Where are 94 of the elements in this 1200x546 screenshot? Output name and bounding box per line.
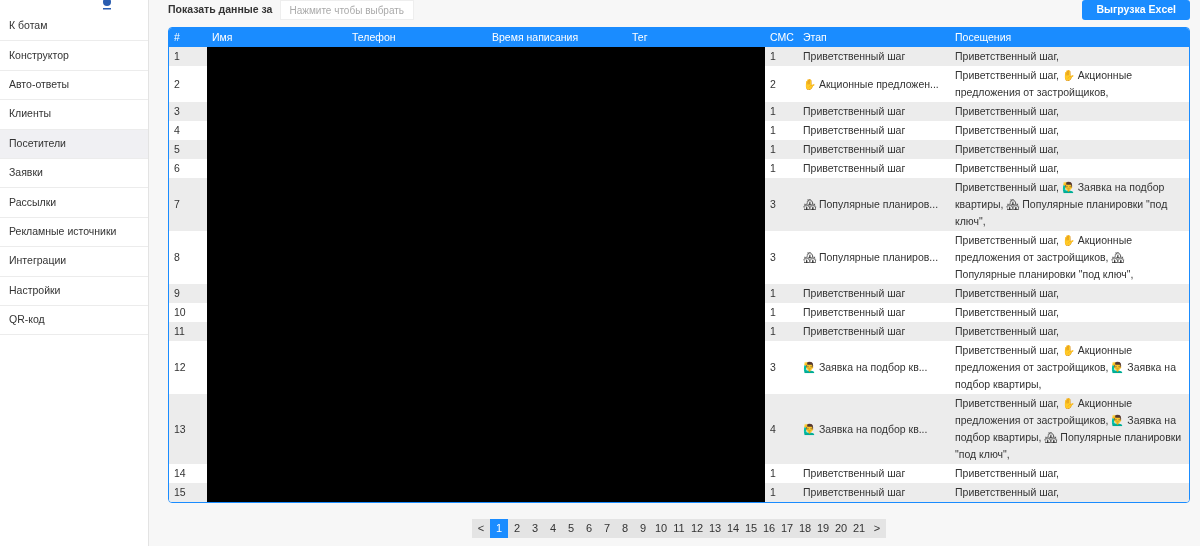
table-cell: 🏘 Популярные планиров... bbox=[798, 231, 950, 284]
page-button[interactable]: 14 bbox=[724, 519, 742, 538]
row-number: 6 bbox=[169, 159, 207, 178]
column-header: # bbox=[169, 28, 207, 47]
previous-page-button[interactable]: < bbox=[472, 519, 490, 538]
table-cell: 1 bbox=[765, 483, 798, 502]
table-cell: Приветственный шаг, bbox=[950, 322, 1189, 341]
table-cell: ✋ Акционные предложен... bbox=[798, 66, 950, 102]
page-button[interactable]: 9 bbox=[634, 519, 652, 538]
table-cell: 1 bbox=[765, 121, 798, 140]
table-cell: 1 bbox=[765, 47, 798, 66]
column-header: Время написания bbox=[487, 28, 627, 47]
row-number: 14 bbox=[169, 464, 207, 483]
row-number: 9 bbox=[169, 284, 207, 303]
table-cell: Приветственный шаг, ✋ Акционные предложения от застройщиков, bbox=[950, 66, 1189, 102]
column-header: Телефон bbox=[347, 28, 487, 47]
table-cell: 1 bbox=[765, 464, 798, 483]
logo-icon bbox=[102, 0, 112, 10]
table-cell: Приветственный шаг, bbox=[950, 102, 1189, 121]
table-cell: Приветственный шаг, bbox=[950, 284, 1189, 303]
table-cell: Приветственный шаг, bbox=[950, 47, 1189, 66]
row-number: 3 bbox=[169, 102, 207, 121]
row-number: 10 bbox=[169, 303, 207, 322]
page-button[interactable]: 3 bbox=[526, 519, 544, 538]
table-cell: Приветственный шаг bbox=[798, 322, 950, 341]
page-button[interactable]: 17 bbox=[778, 519, 796, 538]
next-page-button[interactable]: > bbox=[868, 519, 886, 538]
row-number: 7 bbox=[169, 178, 207, 231]
table-cell: Приветственный шаг, bbox=[950, 159, 1189, 178]
table-cell: Приветственный шаг, bbox=[950, 464, 1189, 483]
table-cell: Приветственный шаг bbox=[798, 159, 950, 178]
table-cell: 1 bbox=[765, 322, 798, 341]
sidebar-item[interactable]: Посетители bbox=[0, 129, 148, 159]
row-number: 2 bbox=[169, 66, 207, 102]
page-button[interactable]: 19 bbox=[814, 519, 832, 538]
table-cell: 1 bbox=[765, 102, 798, 121]
page-button[interactable]: 4 bbox=[544, 519, 562, 538]
column-header: Имя bbox=[207, 28, 347, 47]
table-cell: Приветственный шаг bbox=[798, 102, 950, 121]
page-button[interactable]: 15 bbox=[742, 519, 760, 538]
row-number: 11 bbox=[169, 322, 207, 341]
column-header: СМС bbox=[765, 28, 798, 47]
page-button[interactable]: 5 bbox=[562, 519, 580, 538]
row-number: 5 bbox=[169, 140, 207, 159]
page-button[interactable]: 11 bbox=[670, 519, 688, 538]
table-cell: Приветственный шаг, ✋ Акционные предложения от застройщиков, 🙋‍♂ Заявка на подбор квартиры, bbox=[950, 341, 1189, 394]
row-number: 15 bbox=[169, 483, 207, 502]
table-cell: Приветственный шаг, ✋ Акционные предложения от застройщиков, 🙋‍♂ Заявка на подбор квартиры, 🏘 Популярные планировки "под ключ", bbox=[950, 394, 1189, 464]
table-cell: 2 bbox=[765, 66, 798, 102]
table-cell: Приветственный шаг bbox=[798, 483, 950, 502]
filter-label: Показать данные за bbox=[168, 2, 273, 18]
page-button[interactable]: 2 bbox=[508, 519, 526, 538]
row-number: 13 bbox=[169, 394, 207, 464]
page-button[interactable]: 21 bbox=[850, 519, 868, 538]
column-header: Этап bbox=[798, 28, 950, 47]
table-cell: Приветственный шаг, 🙋‍♂ Заявка на подбор квартиры, 🏘 Популярные планировки "под ключ", bbox=[950, 178, 1189, 231]
table-cell: Приветственный шаг bbox=[798, 121, 950, 140]
table-cell: 3 bbox=[765, 341, 798, 394]
table-cell: 4 bbox=[765, 394, 798, 464]
page-button[interactable]: 20 bbox=[832, 519, 850, 538]
page-button[interactable]: 16 bbox=[760, 519, 778, 538]
table-cell: 1 bbox=[765, 303, 798, 322]
column-header: Тег bbox=[627, 28, 765, 47]
row-number: 8 bbox=[169, 231, 207, 284]
table-cell: Приветственный шаг bbox=[798, 303, 950, 322]
table-cell: 3 bbox=[765, 178, 798, 231]
table-cell: Приветственный шаг bbox=[798, 47, 950, 66]
page-button[interactable]: 12 bbox=[688, 519, 706, 538]
table-cell: 🙋‍♂ Заявка на подбор кв... bbox=[798, 341, 950, 394]
date-field[interactable]: Нажмите чтобы выбрать bbox=[280, 0, 415, 20]
page-button[interactable]: 7 bbox=[598, 519, 616, 538]
page-button[interactable]: 6 bbox=[580, 519, 598, 538]
column-header: Посещения bbox=[950, 28, 1189, 47]
table-cell: Приветственный шаг, bbox=[950, 483, 1189, 502]
table-cell: 1 bbox=[765, 159, 798, 178]
table-cell: Приветственный шаг, bbox=[950, 140, 1189, 159]
table-cell: Приветственный шаг, bbox=[950, 303, 1189, 322]
page-button[interactable]: 13 bbox=[706, 519, 724, 538]
row-number: 4 bbox=[169, 121, 207, 140]
table-cell: Приветственный шаг bbox=[798, 464, 950, 483]
page-button[interactable]: 8 bbox=[616, 519, 634, 538]
table-cell: Приветственный шаг, bbox=[950, 121, 1189, 140]
table-cell: 1 bbox=[765, 140, 798, 159]
page-button[interactable]: 18 bbox=[796, 519, 814, 538]
table-cell: Приветственный шаг bbox=[798, 140, 950, 159]
row-number: 12 bbox=[169, 341, 207, 394]
table-cell: Приветственный шаг, ✋ Акционные предложения от застройщиков, 🏘 Популярные планировки "под ключ", bbox=[950, 231, 1189, 284]
table-cell: Приветственный шаг bbox=[798, 284, 950, 303]
table-cell: 🙋‍♂ Заявка на подбор кв... bbox=[798, 394, 950, 464]
page-button[interactable]: 10 bbox=[652, 519, 670, 538]
table-cell: 🏘 Популярные планиров... bbox=[798, 178, 950, 231]
table-cell: 1 bbox=[765, 284, 798, 303]
row-number: 1 bbox=[169, 47, 207, 66]
table-cell: 3 bbox=[765, 231, 798, 284]
